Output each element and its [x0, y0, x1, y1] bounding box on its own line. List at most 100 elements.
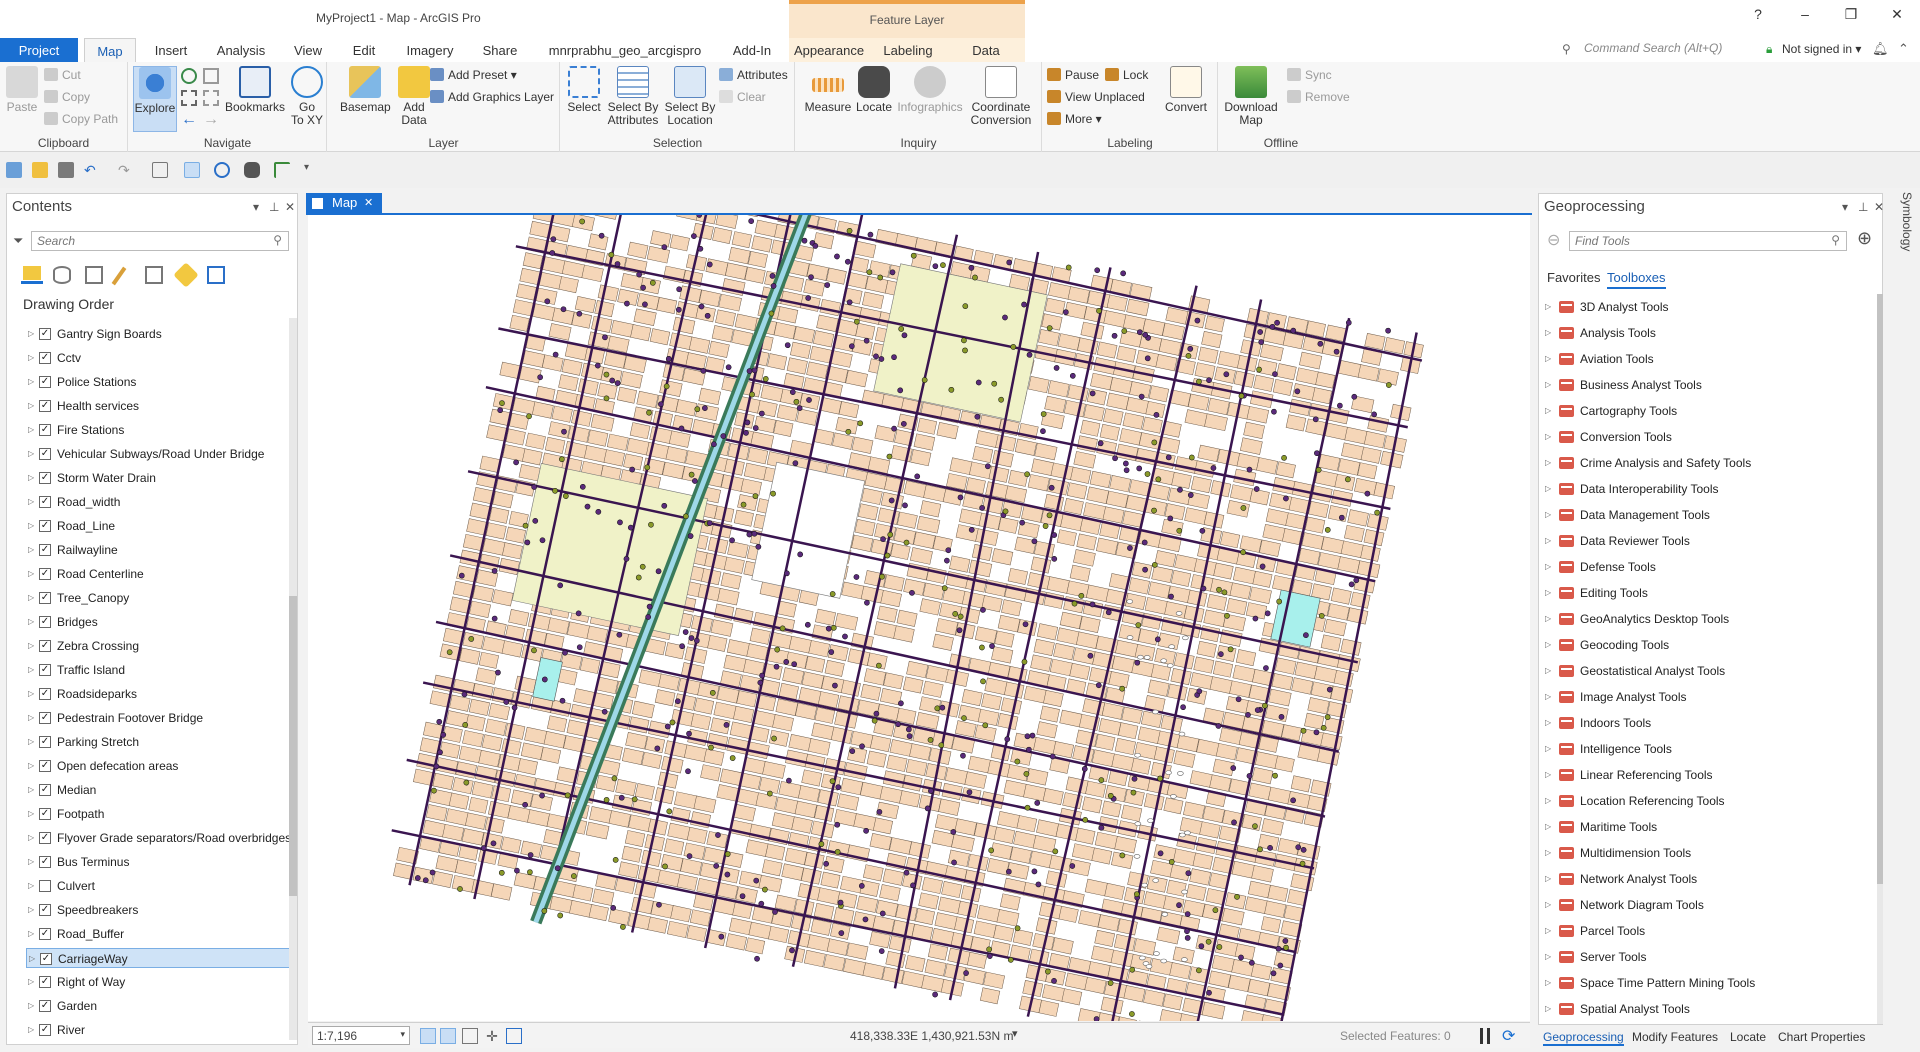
layer-visibility-checkbox[interactable]: ✓	[39, 520, 51, 532]
pause-drawing-icon[interactable]	[1480, 1028, 1490, 1044]
redo-icon[interactable]: ↷	[118, 162, 134, 178]
expand-arrow-icon[interactable]: ▷	[1545, 505, 1551, 525]
layer-visibility-checkbox[interactable]: ✓	[39, 760, 51, 772]
layer-row[interactable]: ▷ Culvert	[26, 876, 294, 896]
expand-arrow-icon[interactable]: ▷	[1545, 401, 1551, 421]
expand-arrow-icon[interactable]: ▷	[1545, 791, 1551, 811]
list-by-selection-icon[interactable]	[85, 266, 103, 284]
expand-arrow-icon[interactable]: ▷	[1545, 323, 1551, 343]
toolbox-item[interactable]: ▷ Network Diagram Tools	[1545, 895, 1875, 915]
expand-arrow-icon[interactable]: ▷	[28, 420, 34, 440]
copy-path-button[interactable]: Copy Path	[44, 110, 118, 128]
pin-icon[interactable]: ⊥	[1858, 200, 1868, 214]
expand-arrow-icon[interactable]: ▷	[28, 924, 34, 944]
layer-visibility-checkbox[interactable]: ✓	[39, 736, 51, 748]
locate-button[interactable]: Locate	[854, 66, 894, 114]
layer-row[interactable]: ▷ ✓ Storm Water Drain	[26, 468, 294, 488]
layer-row[interactable]: ▷ ✓ Right of Way	[26, 972, 294, 992]
tab-project[interactable]: Project	[0, 38, 78, 62]
pin-icon[interactable]: ⊥	[269, 200, 279, 214]
tab-analysis[interactable]: Analysis	[208, 38, 274, 62]
toolbox-item[interactable]: ▷ Image Analyst Tools	[1545, 687, 1875, 707]
contents-search-input[interactable]: Search ⚲	[31, 231, 289, 251]
expand-arrow-icon[interactable]: ▷	[1545, 427, 1551, 447]
previous-extent-icon[interactable]: ←	[181, 112, 197, 128]
toolbox-item[interactable]: ▷ Parcel Tools	[1545, 921, 1875, 941]
attributes-button[interactable]: Attributes	[719, 66, 788, 84]
pane-menu-icon[interactable]: ▾	[253, 200, 259, 214]
expand-arrow-icon[interactable]: ▷	[1545, 609, 1551, 629]
tab-locate[interactable]: Locate	[1730, 1030, 1766, 1044]
contents-scrollbar[interactable]	[289, 318, 297, 1040]
expand-arrow-icon[interactable]: ▷	[28, 396, 34, 416]
toolbox-item[interactable]: ▷ Crime Analysis and Safety Tools	[1545, 453, 1875, 473]
expand-arrow-icon[interactable]: ▷	[1545, 921, 1551, 941]
layer-visibility-checkbox[interactable]: ✓	[39, 496, 51, 508]
pane-menu-icon[interactable]: ▾	[1842, 200, 1848, 214]
expand-arrow-icon[interactable]: ▷	[28, 972, 34, 992]
table-icon[interactable]	[152, 162, 168, 178]
tab-custom-addin[interactable]: mnrprabhu_geo_arcgispro	[540, 38, 710, 62]
toolbox-item[interactable]: ▷ Intelligence Tools	[1545, 739, 1875, 759]
expand-arrow-icon[interactable]: ▷	[28, 348, 34, 368]
add-data-button[interactable]: Add Data	[394, 66, 434, 127]
scale-selector[interactable]: 1:7,196 ▾	[312, 1026, 410, 1045]
remove-button[interactable]: Remove	[1287, 88, 1350, 106]
layer-row[interactable]: ▷ ✓ River	[26, 1020, 294, 1040]
expand-arrow-icon[interactable]: ▷	[28, 996, 34, 1016]
layer-visibility-checkbox[interactable]: ✓	[39, 544, 51, 556]
toolbox-item[interactable]: ▷ Server Tools	[1545, 947, 1875, 967]
layer-row[interactable]: ▷ ✓ Vehicular Subways/Road Under Bridge	[26, 444, 294, 464]
select-by-location-button[interactable]: Select By Location	[663, 66, 717, 127]
expand-arrow-icon[interactable]: ▷	[28, 780, 34, 800]
layer-visibility-checkbox[interactable]: ✓	[39, 664, 51, 676]
layer-visibility-checkbox[interactable]: ✓	[39, 856, 51, 868]
expand-arrow-icon[interactable]: ▷	[28, 756, 34, 776]
list-by-data-source-icon[interactable]	[53, 266, 71, 284]
layer-row[interactable]: ▷ ✓ Traffic Island	[26, 660, 294, 680]
layer-row[interactable]: ▷ ✓ Tree_Canopy	[26, 588, 294, 608]
expand-arrow-icon[interactable]: ▷	[1545, 557, 1551, 577]
tab-toolboxes[interactable]: Toolboxes	[1607, 270, 1666, 289]
expand-arrow-icon[interactable]: ▷	[28, 708, 34, 728]
zoom-icon[interactable]	[214, 162, 230, 178]
tab-add-in[interactable]: Add-In	[724, 38, 780, 62]
layer-visibility-checkbox[interactable]: ✓	[39, 784, 51, 796]
paste-button[interactable]: Paste	[4, 66, 40, 114]
customize-toolbar-icon[interactable]: ▾	[304, 162, 320, 178]
zoom-out-fixed-icon[interactable]	[203, 90, 219, 106]
expand-arrow-icon[interactable]: ▷	[28, 636, 34, 656]
pause-labeling-button[interactable]: Pause	[1047, 66, 1099, 84]
toolbox-item[interactable]: ▷ Analysis Tools	[1545, 323, 1875, 343]
expand-arrow-icon[interactable]: ▷	[1545, 999, 1551, 1019]
layer-row[interactable]: ▷ ✓ Speedbreakers	[26, 900, 294, 920]
open-project-icon[interactable]	[32, 162, 48, 178]
layer-row[interactable]: ▷ ✓ Road_Buffer	[26, 924, 294, 944]
basemap-button[interactable]: Basemap	[340, 66, 391, 114]
contents-scroll-thumb[interactable]	[289, 596, 297, 896]
toolbox-item[interactable]: ▷ Location Referencing Tools	[1545, 791, 1875, 811]
layer-visibility-checkbox[interactable]: ✓	[39, 928, 51, 940]
expand-arrow-icon[interactable]: ▷	[1545, 687, 1551, 707]
tab-appearance[interactable]: Appearance	[789, 38, 869, 62]
tab-modify-features[interactable]: Modify Features	[1632, 1030, 1718, 1044]
layer-visibility-checkbox[interactable]: ✓	[39, 640, 51, 652]
layer-row[interactable]: ▷ ✓ Open defecation areas	[26, 756, 294, 776]
infographics-button[interactable]: Infographics	[896, 66, 964, 114]
back-icon[interactable]: ⊖	[1547, 230, 1560, 250]
toolbox-item[interactable]: ▷ Linear Referencing Tools	[1545, 765, 1875, 785]
layer-visibility-checkbox[interactable]: ✓	[39, 1024, 51, 1036]
list-by-labeling-icon[interactable]	[173, 262, 199, 288]
expand-arrow-icon[interactable]: ▷	[28, 876, 34, 896]
layer-visibility-checkbox[interactable]: ✓	[39, 976, 51, 988]
minimize-button[interactable]: –	[1790, 6, 1820, 22]
toolbox-item[interactable]: ▷ Indoors Tools	[1545, 713, 1875, 733]
notifications-icon[interactable]: 🔔︎	[1872, 41, 1889, 57]
toolbox-item[interactable]: ▷ Conversion Tools	[1545, 427, 1875, 447]
map-view[interactable]	[308, 215, 1530, 1021]
toolbox-item[interactable]: ▷ Aviation Tools	[1545, 349, 1875, 369]
layer-row[interactable]: ▷ ✓ Footpath	[26, 804, 294, 824]
expand-arrow-icon[interactable]: ▷	[28, 684, 34, 704]
restore-button[interactable]: ❐	[1836, 6, 1866, 23]
layer-row[interactable]: ▷ ✓ Police Stations	[26, 372, 294, 392]
